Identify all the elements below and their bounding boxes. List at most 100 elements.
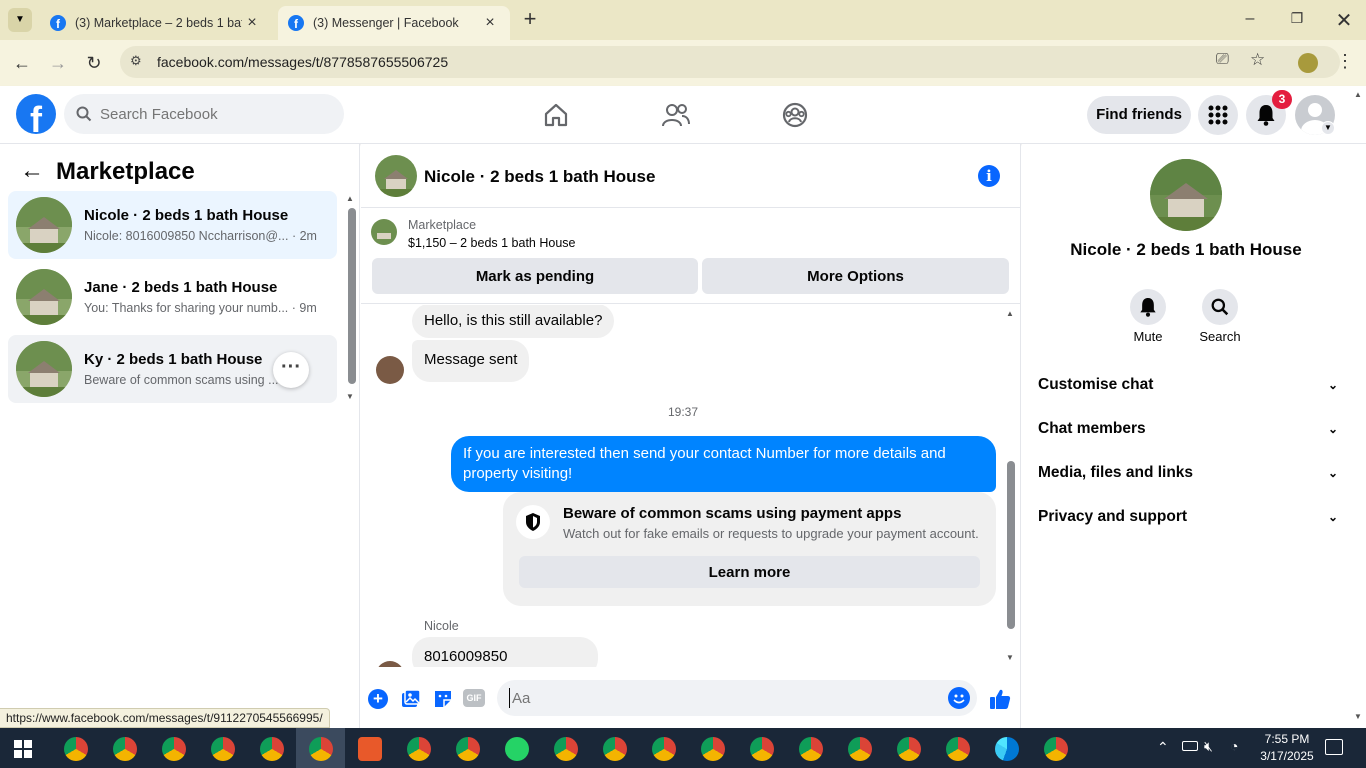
whatsapp-icon[interactable] xyxy=(505,737,529,761)
chrome-icon[interactable] xyxy=(750,737,774,761)
mark-as-pending-button[interactable]: Mark as pending xyxy=(372,258,698,294)
search-in-chat-button[interactable] xyxy=(1202,289,1238,325)
customise-chat-section[interactable]: Customise chat ⌄ xyxy=(1038,370,1338,400)
battery-icon[interactable] xyxy=(1182,741,1198,751)
install-app-icon[interactable]: ⎚ xyxy=(1216,51,1229,69)
browser-tab-bar: ▼ f (3) Marketplace – 2 beds 1 bath × f … xyxy=(0,0,1366,40)
scroll-up-arrow-icon[interactable]: ▲ xyxy=(346,194,354,203)
friends-icon[interactable] xyxy=(662,102,690,128)
sticker-icon[interactable] xyxy=(432,688,454,710)
back-arrow-icon[interactable]: ← xyxy=(20,157,44,185)
chrome-icon[interactable] xyxy=(1044,737,1068,761)
facebook-logo-icon[interactable]: f xyxy=(16,94,56,134)
chrome-icon[interactable] xyxy=(309,737,333,761)
sender-avatar[interactable] xyxy=(376,356,404,384)
find-friends-button[interactable]: Find friends xyxy=(1087,96,1191,134)
chrome-icon[interactable] xyxy=(701,737,725,761)
conversation-item-jane[interactable]: Jane · 2 beds 1 bath House You: Thanks f… xyxy=(8,263,337,331)
chrome-icon[interactable] xyxy=(113,737,137,761)
menu-grid-button[interactable] xyxy=(1198,95,1238,135)
chrome-icon[interactable] xyxy=(211,737,235,761)
chat-members-section[interactable]: Chat members ⌄ xyxy=(1038,414,1338,444)
page-scroll-down-arrow-icon[interactable]: ▼ xyxy=(1354,712,1362,721)
media-files-links-section[interactable]: Media, files and links ⌄ xyxy=(1038,458,1338,488)
address-bar[interactable]: ⚙ facebook.com/messages/t/87785876555067… xyxy=(120,46,1340,78)
scroll-down-arrow-icon[interactable]: ▼ xyxy=(1006,653,1014,662)
chevron-down-icon: ⌄ xyxy=(1327,378,1338,392)
tab-list-dropdown-button[interactable]: ▼ xyxy=(8,8,32,32)
listing-price[interactable]: $1,150 – 2 beds 1 bath House xyxy=(408,236,576,250)
plus-icon[interactable]: + xyxy=(368,689,388,709)
home-icon[interactable] xyxy=(543,102,569,128)
chrome-icon[interactable] xyxy=(652,737,676,761)
privacy-support-section[interactable]: Privacy and support ⌄ xyxy=(1038,502,1338,532)
scroll-up-arrow-icon[interactable]: ▲ xyxy=(1006,309,1014,318)
bookmark-star-icon[interactable]: ☆ xyxy=(1250,50,1265,70)
chrome-icon[interactable] xyxy=(407,737,431,761)
browser-menu-icon[interactable]: ⋮ xyxy=(1336,51,1354,71)
close-window-button[interactable]: ✕ xyxy=(1332,8,1356,32)
app-icon[interactable] xyxy=(358,737,382,761)
tray-chevron-icon[interactable]: ⌃ xyxy=(1157,739,1169,756)
wifi-icon[interactable]: ◔ xyxy=(1230,738,1238,754)
chat-avatar[interactable] xyxy=(375,155,417,197)
chrome-icon[interactable] xyxy=(456,737,480,761)
groups-icon[interactable] xyxy=(782,102,808,128)
close-tab-icon[interactable]: × xyxy=(242,14,262,32)
chrome-icon[interactable] xyxy=(848,737,872,761)
conversation-list-scrollbar[interactable] xyxy=(348,208,356,384)
chat-title[interactable]: Nicole · 2 beds 1 bath House xyxy=(424,167,655,187)
sender-avatar[interactable] xyxy=(376,661,404,667)
account-chevron-icon[interactable]: ▼ xyxy=(1321,121,1335,135)
chrome-icon[interactable] xyxy=(897,737,921,761)
conversation-item-ky[interactable]: Ky · 2 beds 1 bath House Beware of commo… xyxy=(8,335,337,403)
more-options-button[interactable]: More Options xyxy=(702,258,1009,294)
shield-icon xyxy=(516,505,550,539)
tab-messenger[interactable]: f (3) Messenger | Facebook × xyxy=(278,6,510,40)
restore-window-button[interactable]: ❐ xyxy=(1285,10,1309,30)
conversation-snippet: Nicole: 8016009850 Nccharrison@... xyxy=(84,229,289,243)
learn-more-button[interactable]: Learn more xyxy=(519,556,980,588)
chevron-down-icon: ⌄ xyxy=(1327,510,1338,524)
listing-mini-thumbnail[interactable] xyxy=(371,219,397,245)
search-facebook-box[interactable] xyxy=(64,94,344,134)
close-tab-icon[interactable]: × xyxy=(480,14,500,32)
reload-icon[interactable]: ↻ xyxy=(83,52,105,74)
photo-icon[interactable] xyxy=(400,688,422,710)
page-scroll-up-arrow-icon[interactable]: ▲ xyxy=(1354,90,1362,99)
chrome-icon[interactable] xyxy=(162,737,186,761)
volume-muted-icon[interactable]: 🔇︎ xyxy=(1204,738,1213,755)
conversation-item-nicole[interactable]: Nicole · 2 beds 1 bath House Nicole: 801… xyxy=(8,191,337,259)
scroll-down-arrow-icon[interactable]: ▼ xyxy=(346,392,354,401)
chrome-icon[interactable] xyxy=(260,737,284,761)
message-input[interactable] xyxy=(497,680,977,716)
like-thumb-icon[interactable] xyxy=(988,687,1012,711)
forward-icon[interactable]: → xyxy=(47,52,69,74)
conversation-options-button[interactable]: ··· xyxy=(273,352,309,388)
profile-avatar-icon[interactable] xyxy=(1298,53,1318,73)
search-label: Search xyxy=(1199,329,1241,344)
taskbar-date[interactable]: 3/17/2025 xyxy=(1252,749,1322,763)
notification-center-icon[interactable] xyxy=(1325,739,1343,755)
info-icon[interactable]: i xyxy=(978,165,1000,187)
site-info-icon[interactable]: ⚙ xyxy=(130,53,142,69)
emoji-icon[interactable] xyxy=(948,687,970,709)
chrome-icon[interactable] xyxy=(799,737,823,761)
chrome-icon[interactable] xyxy=(946,737,970,761)
edge-icon[interactable] xyxy=(995,737,1019,761)
new-tab-button[interactable]: + xyxy=(518,8,542,32)
gif-icon[interactable]: GIF xyxy=(463,689,485,707)
mute-button[interactable] xyxy=(1130,289,1166,325)
chrome-icon[interactable] xyxy=(603,737,627,761)
tab-marketplace[interactable]: f (3) Marketplace – 2 beds 1 bath × xyxy=(40,6,272,40)
chrome-icon[interactable] xyxy=(554,737,578,761)
details-avatar[interactable] xyxy=(1150,159,1222,231)
windows-start-icon[interactable] xyxy=(14,740,32,758)
search-input[interactable] xyxy=(100,103,330,125)
taskbar-time[interactable]: 7:55 PM xyxy=(1252,732,1322,746)
message-list-scrollbar[interactable] xyxy=(1007,461,1015,629)
message-input-field[interactable] xyxy=(509,688,929,708)
minimize-window-button[interactable]: – xyxy=(1238,10,1262,30)
chrome-icon[interactable] xyxy=(64,737,88,761)
back-icon[interactable]: ← xyxy=(11,52,33,74)
